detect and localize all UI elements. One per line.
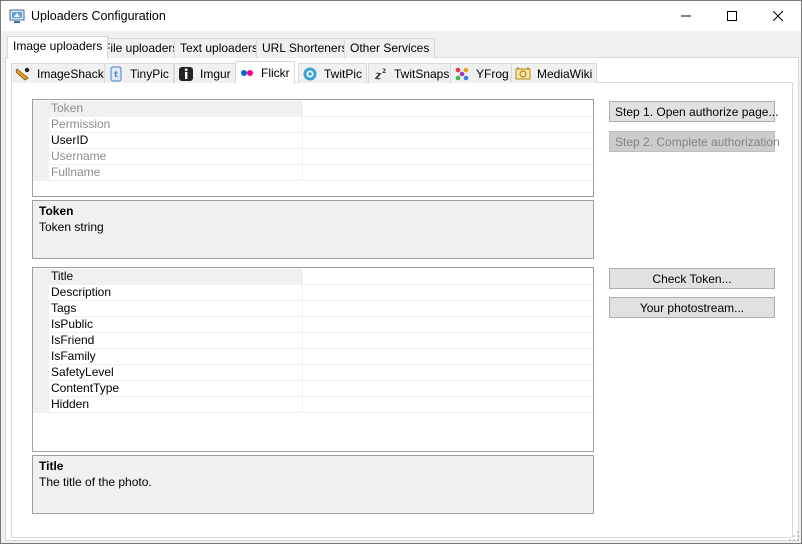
tab-text-uploaders[interactable]: Text uploaders xyxy=(174,38,265,58)
tab-label: YFrog xyxy=(476,66,509,81)
complete-authorization-button[interactable]: Step 2. Complete authorization xyxy=(609,131,780,152)
tab-flickr[interactable]: Flickr xyxy=(235,61,295,84)
tab-label: MediaWiki xyxy=(537,66,593,81)
mediawiki-icon xyxy=(515,66,531,82)
grid-row-permission[interactable]: Permission xyxy=(33,117,593,133)
help-description: The title of the photo. xyxy=(39,475,152,489)
property-value[interactable] xyxy=(304,269,593,285)
property-value[interactable] xyxy=(304,333,593,349)
tab-label: ImageShack xyxy=(37,66,104,81)
tab-file-uploaders[interactable]: File uploaders xyxy=(97,38,185,58)
property-name: Fullname xyxy=(49,165,303,181)
yfrog-icon xyxy=(454,66,470,82)
tab-twitpic[interactable]: TwitPic xyxy=(298,63,368,83)
property-value[interactable] xyxy=(304,317,593,333)
uploader-config-icon xyxy=(9,8,25,24)
minimize-button[interactable] xyxy=(663,1,709,31)
property-value[interactable] xyxy=(304,285,593,301)
open-authorize-page-button[interactable]: Step 1. Open authorize page... xyxy=(609,101,778,122)
property-value[interactable] xyxy=(304,117,593,133)
property-value[interactable] xyxy=(304,149,593,165)
grid-row-fullname[interactable]: Fullname xyxy=(33,165,593,181)
twitsnaps-icon: z2 xyxy=(372,66,388,82)
imageshack-icon xyxy=(15,66,31,82)
tab-label: TwitPic xyxy=(324,66,363,81)
your-photostream-button[interactable]: Your photostream... xyxy=(609,297,775,318)
upload-property-grid[interactable]: Title Description Tags IsPublic IsFriend… xyxy=(32,267,594,452)
help-title: Token xyxy=(39,204,74,218)
property-name: Token xyxy=(49,101,303,117)
property-name: IsFriend xyxy=(49,333,303,349)
grid-row-hidden[interactable]: Hidden xyxy=(33,397,593,413)
property-value[interactable] xyxy=(304,301,593,317)
tab-imageshack[interactable]: ImageShack xyxy=(11,63,109,83)
close-button[interactable] xyxy=(755,1,801,31)
property-value[interactable] xyxy=(304,133,593,149)
grid-row-tags[interactable]: Tags xyxy=(33,301,593,317)
grid-row-username[interactable]: Username xyxy=(33,149,593,165)
resize-grip[interactable] xyxy=(788,530,800,542)
property-name: UserID xyxy=(49,133,303,149)
title-bar: Uploaders Configuration xyxy=(1,1,801,31)
upload-help-panel: Title The title of the photo. xyxy=(32,455,594,514)
tab-tinypic[interactable]: t TinyPic xyxy=(104,63,174,83)
svg-text:z: z xyxy=(374,69,382,82)
property-value[interactable] xyxy=(304,381,593,397)
tab-imgur[interactable]: Imgur xyxy=(174,63,236,83)
auth-help-panel: Token Token string xyxy=(32,200,594,259)
grid-row-description[interactable]: Description xyxy=(33,285,593,301)
grid-row-ispublic[interactable]: IsPublic xyxy=(33,317,593,333)
tab-label: TinyPic xyxy=(130,66,169,81)
grid-row-token[interactable]: Token xyxy=(33,101,593,117)
tab-label: TwitSnaps xyxy=(394,66,450,81)
property-value[interactable] xyxy=(304,165,593,181)
property-name: IsPublic xyxy=(49,317,303,333)
property-value[interactable] xyxy=(304,365,593,381)
grid-row-title[interactable]: Title xyxy=(33,269,593,285)
property-name: Username xyxy=(49,149,303,165)
auth-property-grid[interactable]: Token Permission UserID Username Fullnam… xyxy=(32,99,594,197)
grid-row-isfamily[interactable]: IsFamily xyxy=(33,349,593,365)
svg-text:2: 2 xyxy=(382,68,386,75)
maximize-button[interactable] xyxy=(709,1,755,31)
property-name: IsFamily xyxy=(49,349,303,365)
client-area: Image uploaders File uploaders Text uplo… xyxy=(1,31,801,543)
property-name: Tags xyxy=(49,301,303,317)
property-name: Description xyxy=(49,285,303,301)
twitpic-icon xyxy=(302,66,318,82)
tab-image-uploaders[interactable]: Image uploaders xyxy=(7,36,109,59)
help-description: Token string xyxy=(39,220,104,234)
property-value[interactable] xyxy=(304,101,593,117)
property-name: Hidden xyxy=(49,397,303,413)
tab-url-shorteners[interactable]: URL Shorteners xyxy=(256,38,354,58)
help-title: Title xyxy=(39,459,64,473)
tab-twitsnaps[interactable]: z2 TwitSnaps xyxy=(368,63,455,83)
property-name: Title xyxy=(49,269,303,285)
property-value[interactable] xyxy=(304,349,593,365)
grid-row-userid[interactable]: UserID xyxy=(33,133,593,149)
tab-other-services[interactable]: Other Services xyxy=(344,38,436,58)
grid-row-contenttype[interactable]: ContentType xyxy=(33,381,593,397)
tab-label: Flickr xyxy=(261,66,290,80)
property-value[interactable] xyxy=(304,397,593,413)
grid-row-isfriend[interactable]: IsFriend xyxy=(33,333,593,349)
property-name: ContentType xyxy=(49,381,303,397)
uploaders-config-window: Uploaders Configuration Image uploaders … xyxy=(0,0,802,544)
tab-label: Imgur xyxy=(200,66,231,81)
window-title: Uploaders Configuration xyxy=(31,9,166,23)
grid-row-safetylevel[interactable]: SafetyLevel xyxy=(33,365,593,381)
tab-mediawiki[interactable]: MediaWiki xyxy=(511,63,598,83)
tinypic-icon: t xyxy=(108,66,124,82)
svg-text:t: t xyxy=(114,70,118,79)
property-name: Permission xyxy=(49,117,303,133)
flickr-icon xyxy=(239,65,255,81)
property-name: SafetyLevel xyxy=(49,365,303,381)
check-token-button[interactable]: Check Token... xyxy=(609,268,775,289)
flickr-panel: Token Permission UserID Username Fullnam… xyxy=(11,82,793,538)
imgur-icon xyxy=(178,66,194,82)
tab-yfrog[interactable]: YFrog xyxy=(450,63,514,83)
